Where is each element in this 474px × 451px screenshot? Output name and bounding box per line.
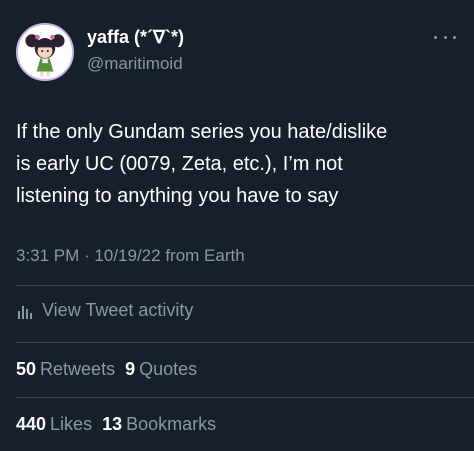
- quotes-label: Quotes: [139, 359, 198, 379]
- divider: [16, 397, 474, 398]
- retweet-stats-row: 50 Retweets 9 Quotes: [16, 359, 197, 380]
- dot: [443, 35, 447, 39]
- likes-count: 440: [16, 414, 47, 434]
- likes-label: Likes: [50, 414, 93, 434]
- anime-girl-avatar-icon: [18, 25, 72, 79]
- user-handle[interactable]: @maritimoid: [87, 53, 184, 75]
- display-name[interactable]: yaffa (*´∇`*): [87, 26, 184, 48]
- likes-stats-row: 440 Likes 13 Bookmarks: [16, 414, 216, 435]
- retweets-label: Retweets: [40, 359, 116, 379]
- tweet-text-line: listening to anything you have to say: [16, 185, 339, 207]
- likes-stat[interactable]: 440 Likes: [16, 414, 92, 434]
- dot: [434, 35, 437, 39]
- retweets-stat[interactable]: 50 Retweets: [16, 359, 115, 379]
- divider: [16, 285, 474, 286]
- bookmarks-label: Bookmarks: [126, 414, 217, 434]
- view-tweet-activity-link[interactable]: View Tweet activity: [16, 300, 193, 321]
- retweets-count: 50: [16, 359, 37, 379]
- quotes-stat[interactable]: 9 Quotes: [125, 359, 197, 379]
- more-options-icon[interactable]: [434, 30, 456, 44]
- tweet-text-line: If the only Gundam series you hate/disli…: [16, 121, 388, 143]
- bar-chart-icon: [18, 305, 32, 319]
- avatar[interactable]: [16, 23, 74, 81]
- tweet-timestamp[interactable]: 3:31 PM · 10/19/22 from Earth: [16, 246, 245, 266]
- tweet-text: If the only Gundam series you hate/disli…: [16, 116, 456, 212]
- quotes-count: 9: [125, 359, 136, 379]
- tweet-detail: yaffa (*´∇`*) @maritimoid If the only Gu…: [0, 0, 474, 451]
- dot: [453, 35, 456, 39]
- divider: [16, 342, 474, 343]
- tweet-text-line: is early UC (0079, Zeta, etc.), I’m not: [16, 153, 343, 175]
- bookmarks-stat[interactable]: 13 Bookmarks: [102, 414, 216, 434]
- author-names: yaffa (*´∇`*) @maritimoid: [87, 26, 184, 75]
- view-tweet-activity-label: View Tweet activity: [42, 300, 194, 320]
- bookmarks-count: 13: [102, 414, 123, 434]
